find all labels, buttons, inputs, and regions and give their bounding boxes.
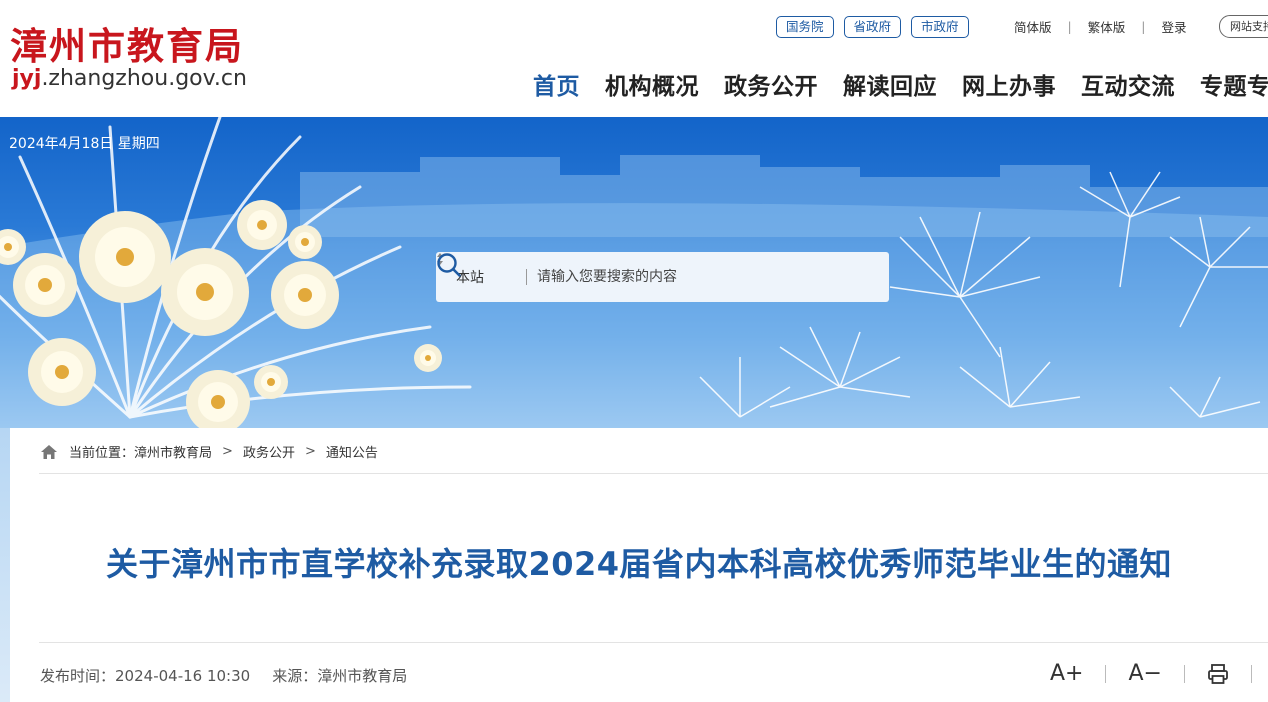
government-links: 国务院 省政府 市政府 [776,16,969,38]
nav-item-organization[interactable]: 机构概况 [605,67,699,101]
simplified-chinese-link[interactable]: 简体版 [1014,17,1052,36]
accessibility-button[interactable]: 网站支持 [1219,15,1268,38]
divider [1250,664,1252,683]
search-input[interactable] [527,262,817,292]
logo-url-domain: .zhangzhou.gov.cn [41,66,247,91]
publish-time-label: 发布时间： [40,667,116,685]
link-province-gov[interactable]: 省政府 [843,16,902,38]
link-city-gov[interactable]: 市政府 [911,16,969,38]
search-icon[interactable] [436,252,462,278]
article-tools: A+ A− [1050,661,1268,686]
article-title: 关于漳州市市直学校补充录取2024届省内本科高校优秀师范毕业生的通知 [105,545,1173,583]
site-logo-url[interactable]: jyj.zhangzhou.gov.cn [12,66,247,91]
breadcrumb-item-notices[interactable]: 通知公告 [326,442,378,461]
article-meta: 发布时间：2024-04-16 10:30 来源：漳州市教育局 [40,665,407,686]
publish-time-value: 2024-04-16 10:30 [115,667,251,685]
home-icon[interactable] [40,444,58,460]
search-bar: 本站 [436,252,889,302]
nav-item-government-affairs[interactable]: 政务公开 [724,67,818,101]
traditional-chinese-link[interactable]: 繁体版 [1088,17,1126,36]
current-date: 2024年4月18日 星期四 [9,136,160,152]
utility-links: 简体版 | 繁体版 | 登录 [1014,17,1186,36]
source-value: 漳州市教育局 [317,667,408,685]
font-decrease-button[interactable]: A− [1128,661,1161,686]
breadcrumb-item-home[interactable]: 漳州市教育局 [134,442,212,461]
logo-url-highlight: jyj [12,66,42,91]
breadcrumb-separator: > [222,444,233,459]
article-panel: 当前位置： 漳州市教育局 > 政务公开 > 通知公告 关于漳州市市直学校补充录取… [10,428,1268,702]
nav-item-home[interactable]: 首页 [533,67,580,101]
divider: | [1067,19,1072,34]
main-nav: 首页 机构概况 政务公开 解读回应 网上办事 互动交流 专题专栏 [533,67,1268,101]
breadcrumb-separator: > [304,444,316,459]
nav-item-interaction[interactable]: 互动交流 [1081,67,1175,101]
nav-item-topics[interactable]: 专题专栏 [1200,67,1268,101]
divider [39,642,1268,643]
link-state-council[interactable]: 国务院 [776,16,834,38]
login-link[interactable]: 登录 [1161,17,1186,36]
divider [1105,664,1107,683]
divider [1183,664,1185,683]
font-increase-button[interactable]: A+ [1050,661,1083,686]
nav-item-online-services[interactable]: 网上办事 [962,67,1056,101]
breadcrumb-item-government-affairs[interactable]: 政务公开 [243,442,295,461]
divider: | [1141,19,1146,34]
breadcrumb: 当前位置： 漳州市教育局 > 政务公开 > 通知公告 [40,442,378,461]
hero-banner: 2024年4月18日 星期四 本站 [0,117,1268,428]
left-decor-strip [0,428,10,702]
divider [39,473,1268,474]
nav-item-interpretation[interactable]: 解读回应 [843,67,937,101]
site-header: 漳州市教育局 jyj.zhangzhou.gov.cn 国务院 省政府 市政府 … [0,0,1268,117]
print-icon[interactable] [1207,663,1229,685]
site-logo-title[interactable]: 漳州市教育局 [10,16,244,70]
source-label: 来源： [272,667,318,685]
breadcrumb-prefix: 当前位置： [69,446,135,461]
